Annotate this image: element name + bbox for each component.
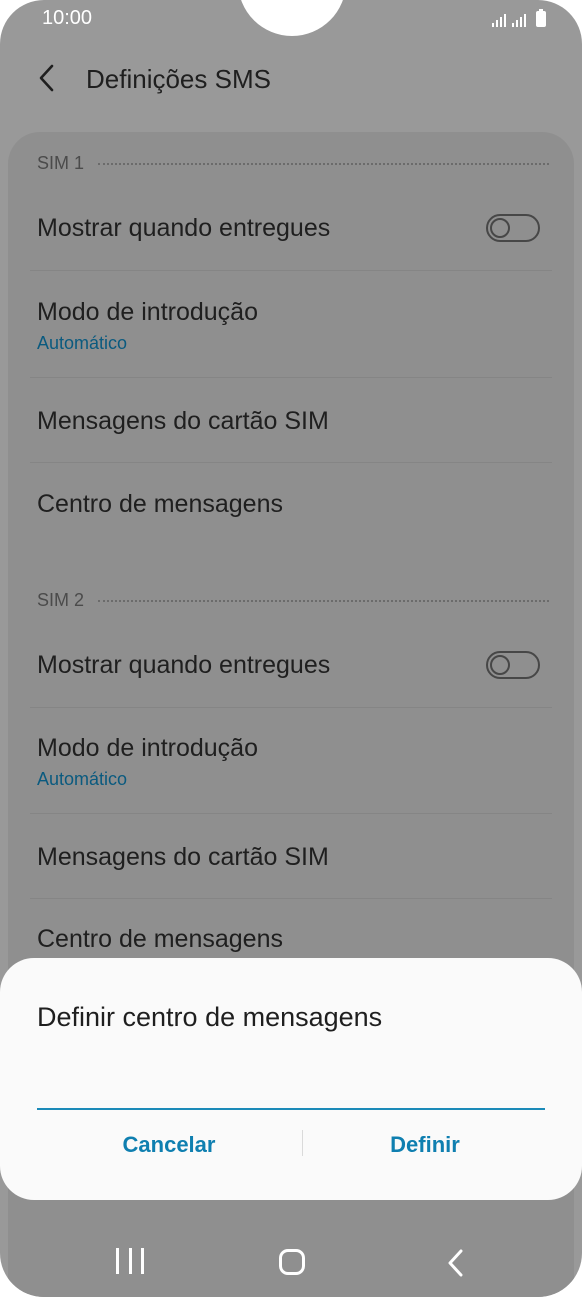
define-button[interactable]: Definir	[300, 1128, 550, 1162]
page-title: Definições SMS	[86, 64, 271, 94]
divider	[30, 377, 552, 378]
message-center-input[interactable]	[37, 1078, 545, 1110]
toggle-knob	[490, 218, 510, 238]
section-divider	[98, 162, 549, 165]
sim1-input-mode-row[interactable]: Modo de introdução Automático	[30, 272, 552, 377]
back-icon[interactable]	[444, 1248, 468, 1278]
input-mode-label: Modo de introdução	[37, 734, 258, 762]
home-icon[interactable]	[279, 1249, 305, 1275]
sim1-sim-messages-row[interactable]: Mensagens do cartão SIM	[30, 379, 552, 463]
toggle-knob	[490, 655, 510, 675]
divider	[30, 707, 552, 708]
navigation-bar	[0, 1232, 582, 1292]
divider	[30, 813, 552, 814]
sim1-header-label: SIM 1	[37, 153, 85, 173]
input-mode-label: Modo de introdução	[37, 298, 258, 326]
sim1-show-delivered-row[interactable]: Mostrar quando entregues	[30, 190, 552, 270]
sim1-show-delivered-toggle[interactable]	[486, 214, 540, 242]
battery-icon	[536, 9, 546, 27]
signal-sim2-icon	[512, 13, 526, 27]
input-mode-value: Automático	[37, 769, 128, 789]
show-delivered-label: Mostrar quando entregues	[37, 651, 331, 679]
show-delivered-label: Mostrar quando entregues	[37, 214, 331, 242]
input-mode-value: Automático	[37, 333, 128, 353]
sim2-show-delivered-row[interactable]: Mostrar quando entregues	[30, 626, 552, 706]
status-time: 10:00	[42, 7, 93, 29]
divider	[30, 462, 552, 463]
dialog-title: Definir centro de mensagens	[37, 1002, 383, 1032]
sim2-sim-messages-row[interactable]: Mensagens do cartão SIM	[30, 815, 552, 899]
sim2-message-center-row[interactable]: Centro de mensagens	[30, 900, 552, 958]
sim1-message-center-row[interactable]: Centro de mensagens	[30, 464, 552, 544]
signal-sim1-icon	[492, 13, 506, 27]
message-center-label: Centro de mensagens	[37, 925, 283, 953]
divider	[30, 270, 552, 271]
sim-messages-label: Mensagens do cartão SIM	[37, 407, 329, 435]
divider	[30, 898, 552, 899]
back-arrow-icon[interactable]	[36, 64, 60, 92]
cancel-button[interactable]: Cancelar	[44, 1128, 294, 1162]
set-message-center-dialog: Definir centro de mensagens Cancelar Def…	[0, 958, 582, 1200]
app-bar: Definições SMS	[0, 48, 582, 108]
sim1-section-header: SIM 1	[37, 153, 549, 174]
system-icons	[492, 9, 546, 27]
sim2-header-label: SIM 2	[37, 590, 85, 610]
section-divider	[98, 599, 549, 602]
sim2-section-header: SIM 2	[37, 590, 549, 611]
phone-screen: 10:00 Definições SMS SIM 1 Mostrar quand…	[0, 0, 582, 1297]
sim2-input-mode-row[interactable]: Modo de introdução Automático	[30, 709, 552, 814]
recent-apps-icon[interactable]	[116, 1248, 144, 1276]
status-bar: 10:00	[0, 0, 582, 36]
message-center-label: Centro de mensagens	[37, 490, 283, 518]
sim2-show-delivered-toggle[interactable]	[486, 651, 540, 679]
sim-messages-label: Mensagens do cartão SIM	[37, 843, 329, 871]
